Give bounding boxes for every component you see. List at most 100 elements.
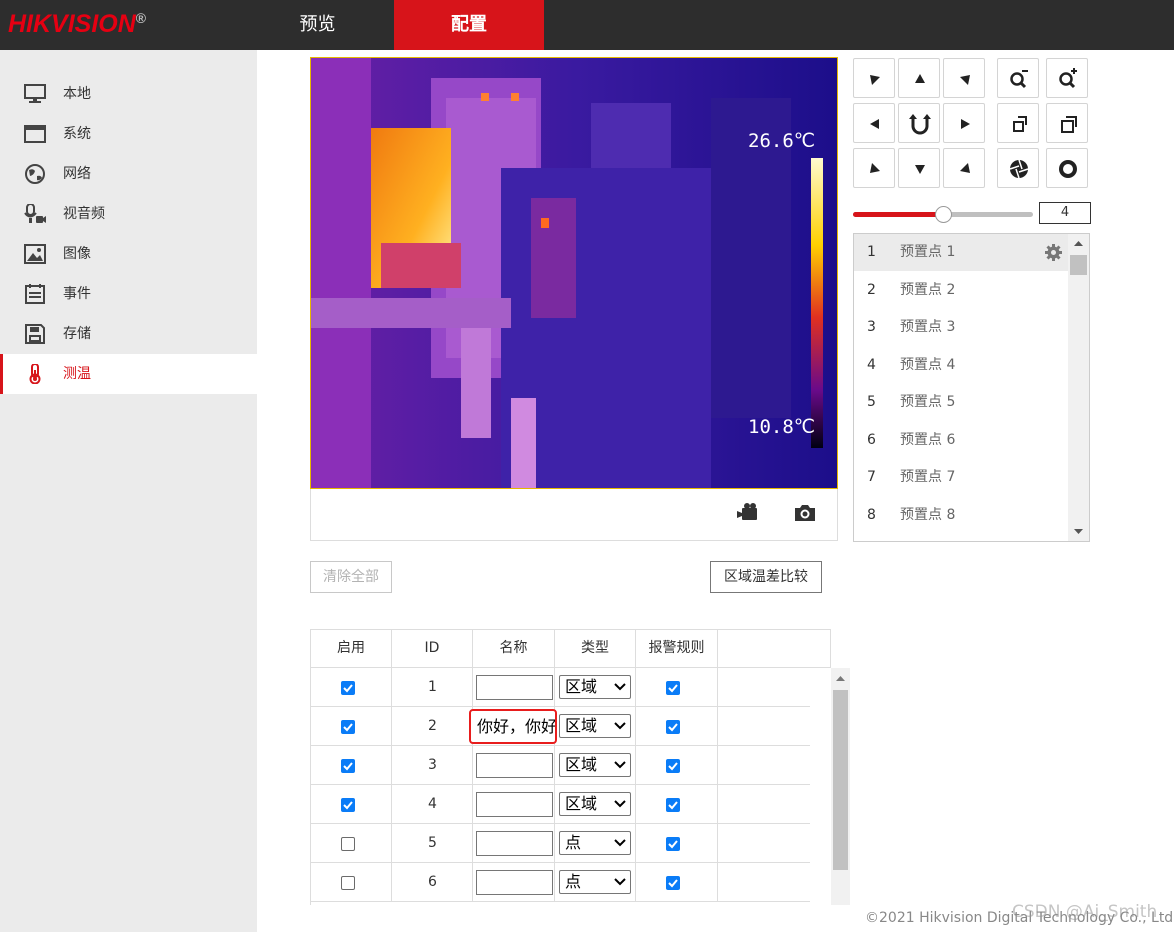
preset-item[interactable]: 5 预置点 5 <box>854 384 1068 421</box>
alarm-rule-checkbox[interactable] <box>666 759 680 773</box>
gear-icon[interactable] <box>1045 244 1062 261</box>
id-cell: 2 <box>392 707 473 745</box>
sidebar-item-image[interactable]: 图像 <box>0 234 257 274</box>
ptz-speed-slider[interactable] <box>853 206 1033 223</box>
preset-item[interactable]: 4 预置点 4 <box>854 347 1068 384</box>
ptz-auto-button[interactable] <box>898 103 940 143</box>
alarm-rule-checkbox[interactable] <box>666 876 680 890</box>
sidebar-item-storage[interactable]: 存储 <box>0 314 257 354</box>
window-icon <box>24 125 46 143</box>
ptz-left-button[interactable] <box>853 103 895 143</box>
type-value: 区域 <box>565 677 598 696</box>
sidebar-item-thermometry[interactable]: 测温 <box>0 354 257 394</box>
name-input[interactable] <box>476 831 553 856</box>
ptz-up-button[interactable] <box>898 58 940 98</box>
sidebar-item-local[interactable]: 本地 <box>0 74 257 114</box>
preset-item[interactable]: 2 预置点 2 <box>854 272 1068 309</box>
ptz-down-left-button[interactable] <box>853 148 895 188</box>
sidebar-item-label: 系统 <box>63 126 91 142</box>
zoom-in-button[interactable] <box>1046 58 1088 98</box>
table-scrollbar[interactable] <box>831 668 850 905</box>
sidebar-item-label: 网络 <box>63 166 91 182</box>
tab-config[interactable]: 配置 <box>394 0 544 50</box>
arrow-up-icon <box>915 74 925 83</box>
focus-far-button[interactable] <box>1046 103 1088 143</box>
scroll-up-icon[interactable] <box>831 668 850 688</box>
type-select[interactable]: 区域 <box>559 675 631 699</box>
col-id: ID <box>392 630 473 667</box>
sidebar-item-event[interactable]: 事件 <box>0 274 257 314</box>
rotate-icon <box>909 114 931 135</box>
name-input[interactable] <box>476 675 553 700</box>
type-select[interactable]: 区域 <box>559 714 631 738</box>
type-value: 区域 <box>565 716 598 735</box>
name-cell <box>473 824 555 862</box>
col-enable: 启用 <box>311 630 392 667</box>
alarm-rule-checkbox[interactable] <box>666 837 680 851</box>
name-input[interactable] <box>476 753 553 778</box>
iris-open-button[interactable] <box>1046 148 1088 188</box>
camera-icon[interactable] <box>793 502 817 524</box>
enable-checkbox[interactable] <box>341 681 355 695</box>
ptz-speed-value[interactable]: 4 <box>1039 202 1091 224</box>
preset-item[interactable]: 8 预置点 8 <box>854 497 1068 534</box>
type-select[interactable]: 点 <box>559 831 631 855</box>
zoom-out-button[interactable] <box>997 58 1039 98</box>
sidebar-item-video-audio[interactable]: 视音频 <box>0 194 257 234</box>
chevron-down-icon <box>614 800 626 808</box>
preset-item[interactable]: 7 预置点 7 <box>854 459 1068 496</box>
sidebar-item-system[interactable]: 系统 <box>0 114 257 154</box>
ptz-up-right-button[interactable] <box>943 58 985 98</box>
name-cell <box>473 668 555 706</box>
type-value: 区域 <box>565 794 598 813</box>
type-select[interactable]: 区域 <box>559 792 631 816</box>
row-id: 5 <box>428 835 437 851</box>
thermal-video-view[interactable]: 26.6℃ 10.8℃ <box>310 57 838 489</box>
name-input[interactable] <box>476 870 553 895</box>
enable-checkbox[interactable] <box>341 837 355 851</box>
enable-checkbox[interactable] <box>341 876 355 890</box>
ptz-down-button[interactable] <box>898 148 940 188</box>
alarm-rule-checkbox[interactable] <box>666 798 680 812</box>
col-type: 类型 <box>555 630 636 667</box>
preset-item[interactable]: 3 预置点 3 <box>854 309 1068 346</box>
slider-thumb[interactable] <box>935 206 952 223</box>
iris-close-button[interactable] <box>997 148 1039 188</box>
table-row: 1 区域 <box>311 668 810 707</box>
preset-item[interactable]: 6 预置点 6 <box>854 422 1068 459</box>
ptz-down-right-button[interactable] <box>943 148 985 188</box>
name-input[interactable] <box>476 792 553 817</box>
scrollbar-thumb[interactable] <box>833 690 848 870</box>
watermark-text: CSDN @Ai_Smith <box>1012 902 1158 922</box>
enable-checkbox[interactable] <box>341 798 355 812</box>
alarm-cell <box>636 785 718 823</box>
type-select[interactable]: 点 <box>559 870 631 894</box>
scroll-up-icon[interactable] <box>1068 234 1089 254</box>
sidebar-item-network[interactable]: 网络 <box>0 154 257 194</box>
table-row: 6点 <box>311 863 810 902</box>
name-input[interactable]: 你好，你好 <box>469 709 557 744</box>
record-icon[interactable] <box>737 502 761 524</box>
sidebar-item-label: 存储 <box>63 326 91 342</box>
preset-scrollbar[interactable] <box>1068 234 1089 541</box>
enable-checkbox[interactable] <box>341 759 355 773</box>
clear-all-button[interactable]: 清除全部 <box>310 561 392 593</box>
slider-fill <box>853 212 943 217</box>
scroll-down-icon[interactable] <box>1068 521 1089 541</box>
tab-preview[interactable]: 预览 <box>270 0 365 50</box>
id-cell: 1 <box>392 668 473 706</box>
chevron-down-icon <box>614 722 626 730</box>
scrollbar-thumb[interactable] <box>1070 255 1087 275</box>
enable-checkbox[interactable] <box>341 720 355 734</box>
ptz-right-button[interactable] <box>943 103 985 143</box>
type-cell: 点 <box>555 824 636 862</box>
ptz-up-left-button[interactable] <box>853 58 895 98</box>
alarm-cell <box>636 707 718 745</box>
enable-cell <box>311 746 392 784</box>
preset-item[interactable]: 1 预置点 1 <box>854 234 1068 271</box>
type-select[interactable]: 区域 <box>559 753 631 777</box>
alarm-rule-checkbox[interactable] <box>666 720 680 734</box>
region-compare-button[interactable]: 区域温差比较 <box>710 561 822 593</box>
focus-near-button[interactable] <box>997 103 1039 143</box>
alarm-rule-checkbox[interactable] <box>666 681 680 695</box>
